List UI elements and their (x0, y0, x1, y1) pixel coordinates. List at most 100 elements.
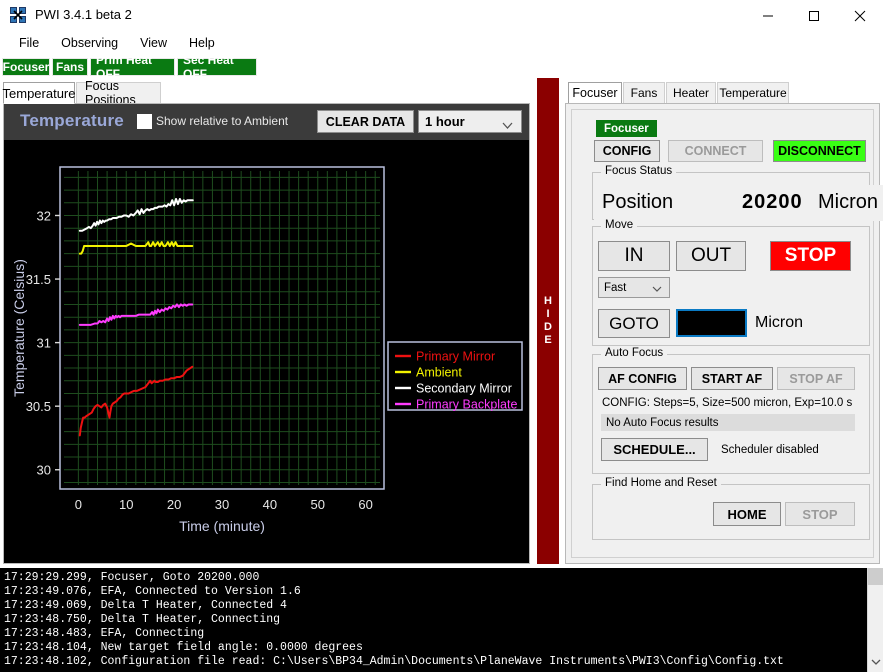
log-scrollbar-thumb[interactable] (868, 568, 883, 585)
log-line: 17:23:48.102, Configuration file read: C… (4, 655, 784, 668)
svg-text:31.5: 31.5 (26, 272, 51, 287)
svg-text:30: 30 (215, 497, 229, 512)
move-out-button[interactable]: OUT (676, 241, 746, 271)
log-line: 17:23:49.076, EFA, Connected to Version … (4, 585, 301, 598)
right-tab-strip: Focuser Fans Heater Temperature (565, 82, 883, 103)
tab-temperature[interactable]: Temperature (3, 82, 75, 104)
tab-focus-positions[interactable]: Focus Positions (76, 82, 161, 103)
svg-text:Secondary Mirror: Secondary Mirror (416, 382, 512, 396)
hide-panel-button[interactable]: HIDE (537, 78, 559, 564)
log-line: 17:29:29.299, Focuser, Goto 20200.000 (4, 571, 259, 584)
auto-focus-group: Auto Focus AF CONFIG START AF STOP AF CO… (592, 354, 870, 474)
menu-item-help[interactable]: Help (178, 33, 226, 53)
move-group-label: Move (601, 219, 637, 231)
goto-unit-label: Micron (755, 314, 803, 332)
menu-bar: File Observing View Help (0, 31, 883, 55)
hide-label: HIDE (544, 295, 552, 347)
focus-status-row: Position 20200 Micron (594, 185, 883, 221)
rtab-heater[interactable]: Heater (666, 82, 716, 103)
svg-text:40: 40 (263, 497, 277, 512)
svg-text:31: 31 (37, 336, 51, 351)
af-config-summary: CONFIG: Steps=5, Size=500 micron, Exp=10… (602, 397, 852, 409)
focuser-panel-inner: Focuser CONFIG CONNECT DISCONNECT Focus … (571, 109, 874, 558)
title-bar: PWI 3.4.1 beta 2 (0, 0, 883, 31)
move-speed-select[interactable]: Fast (598, 277, 670, 298)
chevron-down-icon (652, 284, 662, 296)
show-relative-to-ambient-label: Show relative to Ambient (156, 114, 288, 128)
time-range-select[interactable]: 1 hour (418, 110, 522, 133)
status-button-prim-heat[interactable]: Prim Heat OFF (90, 58, 175, 76)
chart-header: Temperature Show relative to Ambient CLE… (4, 104, 529, 140)
time-range-value: 1 hour (419, 114, 465, 129)
find-home-group-label: Find Home and Reset (601, 477, 721, 489)
show-relative-to-ambient-checkbox[interactable] (137, 114, 152, 129)
chevron-down-icon (496, 118, 513, 133)
schedule-button[interactable]: SCHEDULE... (601, 438, 708, 461)
scheduler-status-label: Scheduler disabled (721, 444, 819, 456)
log-line: 17:23:49.069, Delta T Heater, Connected … (4, 599, 287, 612)
find-home-group: Find Home and Reset HOME STOP (592, 484, 870, 540)
move-group: Move IN OUT STOP Fast GOTO Micron (592, 226, 870, 346)
af-config-button[interactable]: AF CONFIG (598, 367, 687, 390)
focuser-panel: Focuser CONFIG CONNECT DISCONNECT Focus … (565, 103, 880, 564)
menu-item-file[interactable]: File (8, 33, 50, 53)
rtab-fans[interactable]: Fans (623, 82, 665, 103)
status-button-focuser[interactable]: Focuser (2, 58, 50, 76)
svg-text:Ambient: Ambient (416, 366, 462, 380)
svg-text:Primary Mirror: Primary Mirror (416, 350, 495, 364)
start-af-button[interactable]: START AF (691, 367, 773, 390)
chart-title: Temperature (20, 111, 124, 131)
af-result-text: No Auto Focus results (601, 414, 855, 431)
close-button[interactable] (837, 0, 883, 31)
home-button[interactable]: HOME (713, 502, 781, 526)
svg-text:60: 60 (358, 497, 372, 512)
svg-text:30.5: 30.5 (26, 399, 51, 414)
log-panel[interactable]: 17:29:29.299, Focuser, Goto 20200.000 17… (0, 568, 883, 672)
device-status-strip: Focuser Fans Prim Heat OFF Sec Heat OFF (0, 57, 883, 80)
minimize-button[interactable] (745, 0, 791, 31)
position-unit: Micron (818, 191, 878, 214)
status-button-fans[interactable]: Fans (52, 58, 88, 76)
app-icon (9, 6, 27, 24)
chevron-down-icon[interactable] (868, 655, 883, 670)
svg-text:10: 10 (119, 497, 133, 512)
focus-status-group: Focus Status Position 20200 Micron (592, 172, 870, 220)
position-label: Position (602, 191, 673, 214)
goto-position-input[interactable] (676, 309, 747, 337)
disconnect-button[interactable]: DISCONNECT (773, 140, 866, 162)
svg-text:30: 30 (37, 463, 51, 478)
chart-svg: 3030.53131.5320102030405060Time (minute)… (4, 140, 529, 563)
log-line: 17:23:48.483, EFA, Connecting (4, 627, 204, 640)
temperature-chart-panel: Temperature Show relative to Ambient CLE… (3, 103, 530, 564)
menu-item-view[interactable]: View (129, 33, 178, 53)
log-line: 17:23:48.750, Delta T Heater, Connecting (4, 613, 280, 626)
pwi-application-window: PWI 3.4.1 beta 2 File Observing View Hel… (0, 0, 883, 672)
log-line: 17:23:48.104, New target field angle: 0.… (4, 641, 363, 654)
position-value: 20200 (742, 191, 803, 214)
chart-plot-area[interactable]: 3030.53131.5320102030405060Time (minute)… (4, 140, 529, 563)
svg-text:20: 20 (167, 497, 181, 512)
svg-text:Time (minute): Time (minute) (179, 518, 265, 534)
clear-data-button[interactable]: CLEAR DATA (317, 110, 414, 133)
focuser-connection-badge: Focuser (596, 120, 657, 137)
window-controls (745, 0, 883, 31)
window-title: PWI 3.4.1 beta 2 (35, 7, 132, 22)
move-in-button[interactable]: IN (598, 241, 670, 271)
log-scrollbar[interactable] (867, 568, 883, 672)
move-speed-value: Fast (604, 282, 626, 294)
rtab-temperature[interactable]: Temperature (717, 82, 789, 103)
svg-text:Primary Backplate: Primary Backplate (416, 398, 517, 412)
move-stop-button[interactable]: STOP (770, 241, 851, 271)
maximize-button[interactable] (791, 0, 837, 31)
focus-status-group-label: Focus Status (601, 165, 676, 177)
goto-button[interactable]: GOTO (598, 309, 670, 338)
connect-button: CONNECT (668, 140, 763, 162)
svg-text:50: 50 (311, 497, 325, 512)
status-button-sec-heat[interactable]: Sec Heat OFF (177, 58, 257, 76)
menu-item-observing[interactable]: Observing (50, 33, 129, 53)
svg-text:32: 32 (37, 208, 51, 223)
config-button[interactable]: CONFIG (594, 140, 660, 162)
svg-text:Temperature (Celsius): Temperature (Celsius) (11, 259, 27, 397)
rtab-focuser[interactable]: Focuser (568, 82, 622, 103)
auto-focus-group-label: Auto Focus (601, 347, 667, 359)
